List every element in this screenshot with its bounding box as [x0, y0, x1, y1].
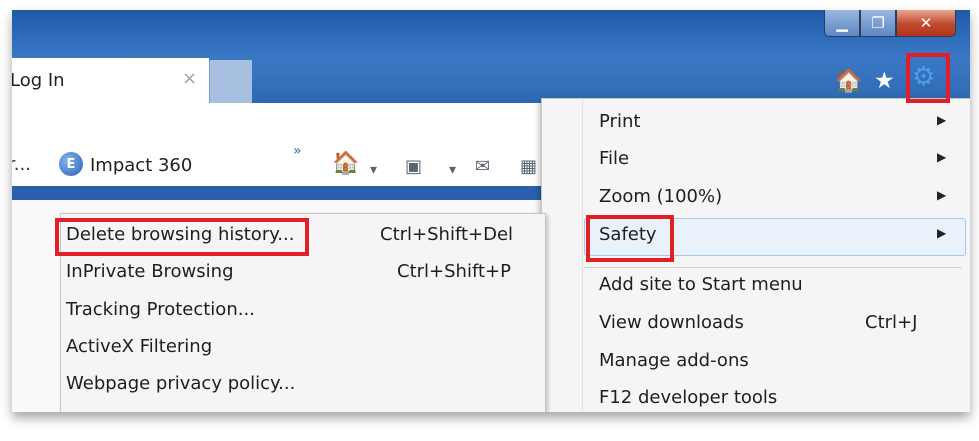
menu-item-print[interactable]: Print ▶	[599, 103, 959, 139]
minimize-button[interactable]: ▁	[824, 10, 860, 37]
submenu-item-label: ActiveX Filtering	[66, 336, 213, 357]
favorite-impact-360[interactable]: Impact 360	[90, 155, 192, 176]
caption-buttons: ▁ ❐ ✕	[824, 10, 956, 38]
feed-dropdown-icon[interactable]: ▾	[449, 162, 456, 178]
title-bar: ▁ ❐ ✕	[12, 10, 970, 58]
tab-row: Log In × 🏠 ★	[12, 58, 970, 103]
gear-icon[interactable]: ⚙	[912, 62, 935, 92]
favorites-overflow-icon[interactable]: »	[293, 143, 302, 159]
menu-item-file[interactable]: File ▶	[599, 140, 959, 176]
submenu-arrow-icon: ▶	[937, 188, 947, 202]
favorites-star-icon[interactable]: ★	[874, 68, 895, 94]
menu-item-manage-addons[interactable]: Manage add-ons	[599, 342, 959, 378]
submenu-item-inprivate[interactable]: InPrivate Browsing Ctrl+Shift+P	[66, 253, 536, 289]
maximize-button[interactable]: ❐	[860, 10, 896, 37]
tab-title: Log In	[12, 70, 65, 91]
menu-item-label: Manage add-ons	[599, 350, 749, 371]
close-tab-icon[interactable]: ×	[182, 68, 197, 89]
submenu-arrow-icon: ▶	[937, 150, 947, 164]
submenu-item-tracking-protection[interactable]: Tracking Protection...	[66, 291, 536, 327]
print-toolbar-icon[interactable]: ▦	[520, 156, 537, 177]
submenu-item-shortcut: Ctrl+Shift+P	[397, 261, 511, 282]
home-icon[interactable]: 🏠	[835, 69, 862, 94]
rss-feed-icon[interactable]: ▣	[405, 156, 422, 177]
home-toolbar-icon[interactable]: 🏠	[332, 151, 359, 176]
menu-item-label: File	[599, 148, 630, 169]
submenu-arrow-icon: ▶	[937, 113, 947, 127]
submenu-item-activex-filtering[interactable]: ActiveX Filtering	[66, 328, 536, 364]
browser-window: ▁ ❐ ✕ Log In × 🏠 ★ r... E Impact 360 » 🏠…	[12, 10, 970, 412]
menu-item-label: F12 developer tools	[599, 387, 778, 408]
menu-item-label: Add site to Start menu	[599, 274, 803, 295]
menu-item-label: Zoom (100%)	[599, 186, 723, 207]
highlight-box-safety	[586, 215, 674, 262]
mail-icon[interactable]: ✉	[475, 156, 490, 177]
submenu-item-privacy-policy[interactable]: Webpage privacy policy...	[66, 365, 536, 401]
home-dropdown-icon[interactable]: ▾	[370, 162, 377, 178]
new-tab-button[interactable]	[209, 60, 252, 103]
menu-item-shortcut: Ctrl+J	[865, 312, 918, 333]
tab-log-in[interactable]: Log In ×	[12, 58, 209, 103]
submenu-item-label: Webpage privacy policy...	[66, 373, 296, 394]
menu-item-zoom[interactable]: Zoom (100%) ▶	[599, 178, 959, 214]
menu-icon-gutter	[582, 99, 583, 412]
submenu-item-shortcut: Ctrl+Shift+Del	[380, 224, 514, 245]
menu-item-label: Print	[599, 111, 641, 132]
submenu-item-label: Tracking Protection...	[66, 299, 255, 320]
submenu-arrow-icon: ▶	[937, 226, 947, 240]
close-window-button[interactable]: ✕	[896, 10, 956, 37]
favorite-item-truncated[interactable]: r...	[12, 154, 31, 175]
menu-item-f12-tools[interactable]: F12 developer tools	[599, 379, 959, 412]
menu-item-add-site-start[interactable]: Add site to Start menu	[599, 266, 959, 302]
highlight-box-delete-history	[55, 218, 309, 256]
impact-site-icon: E	[59, 152, 83, 176]
submenu-item-label: InPrivate Browsing	[66, 261, 234, 282]
menu-item-label: View downloads	[599, 312, 744, 333]
menu-item-view-downloads[interactable]: View downloads Ctrl+J	[599, 304, 959, 340]
